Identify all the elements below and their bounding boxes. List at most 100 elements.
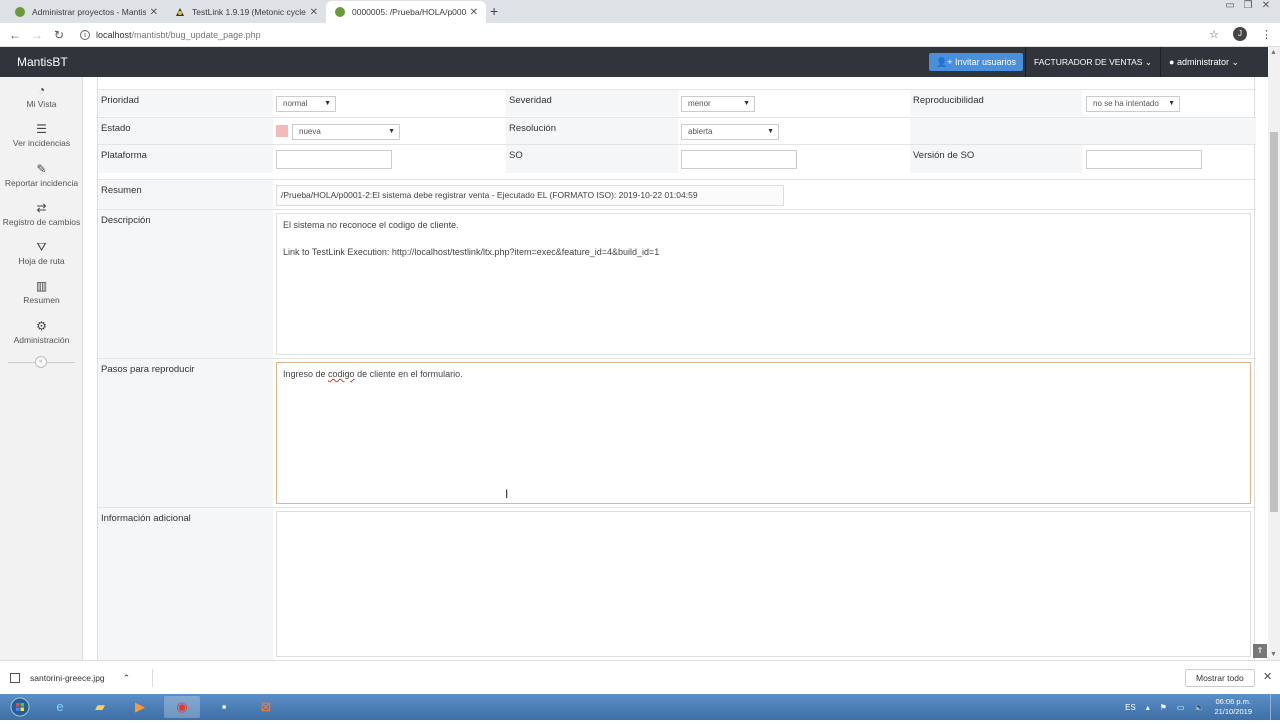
download-item[interactable]: santorini-greece.jpg ⌃ (10, 669, 153, 687)
scrollbar-thumb[interactable] (1270, 132, 1278, 512)
show-desktop-button[interactable] (1270, 694, 1280, 720)
terminal-icon[interactable]: ▪ (206, 696, 242, 718)
brand-logo[interactable]: MantisBT (17, 55, 68, 69)
chevron-up-icon[interactable]: ⌃ (123, 673, 131, 684)
bookmark-star-icon[interactable]: ☆ (1209, 28, 1219, 41)
minimize-icon[interactable]: ▭ (1224, 0, 1236, 11)
reproducibility-select[interactable]: no se ha intentado ▼ (1086, 96, 1180, 112)
sidebar-collapse-icon[interactable]: « (35, 356, 47, 368)
steps-label: Pasos para reproducir (98, 359, 273, 507)
sidebar-item-ver-incidencias[interactable]: ☰ Ver incidencias (0, 122, 83, 148)
internet-explorer-icon[interactable]: e (42, 696, 78, 718)
resolution-select[interactable]: abierta ▼ (681, 124, 779, 140)
platform-row: Plataforma SO Versión de SO (98, 144, 1256, 173)
browser-tab-strip: Administrar proyectos - MantisB ✕ TestLi… (0, 0, 1280, 23)
media-player-icon[interactable]: ▶ (122, 696, 158, 718)
language-indicator[interactable]: ES (1125, 703, 1136, 712)
close-tab-icon[interactable]: ✕ (310, 7, 318, 18)
user-plus-icon: 👤+ (936, 57, 953, 67)
platform-label: Plataforma (98, 145, 273, 173)
bug-update-form: Prioridad normal ▼ Severidad menor ▼ Repro… (97, 77, 1256, 660)
downloads-bar: santorini-greece.jpg ⌃ Mostrar todo ✕ (0, 660, 1280, 694)
tab-administrar-proyectos[interactable]: Administrar proyectos - MantisB ✕ (6, 1, 166, 23)
info-icon[interactable]: i (80, 29, 90, 40)
additional-info-textarea[interactable] (276, 511, 1251, 657)
steps-text: Ingreso de codigo de cliente en el formu… (283, 368, 1244, 380)
scroll-to-top-icon[interactable]: ⇑ (1253, 644, 1267, 658)
description-link-line: Link to TestLink Execution: http://local… (283, 247, 660, 257)
user-menu[interactable]: ● administrator ⌄ (1160, 47, 1268, 77)
menu-kebab-icon[interactable]: ⋮ (1261, 28, 1272, 41)
invite-users-button[interactable]: 👤+ Invitar usuarios (929, 53, 1024, 71)
mantis-favicon-icon (335, 7, 345, 17)
dropdown-arrow-icon: ▼ (743, 100, 750, 107)
scroll-up-icon[interactable]: ▲ (1270, 49, 1277, 56)
close-tab-icon[interactable]: ✕ (150, 7, 158, 18)
summary-input[interactable]: /Prueba/HOLA/p0001-2:El sistema debe reg… (276, 185, 784, 206)
volume-icon[interactable]: 🔈 (1194, 703, 1204, 712)
severity-label: Severidad (506, 90, 678, 116)
clock[interactable]: 06:06 p.m. 21/10/2019 (1214, 697, 1252, 717)
status-select[interactable]: nueva ▼ (292, 124, 400, 140)
flag-icon[interactable]: ⚑ (1160, 703, 1167, 712)
resolution-value: abierta (688, 127, 713, 136)
show-all-button[interactable]: Mostrar todo (1185, 669, 1255, 687)
new-tab-icon[interactable]: + (490, 3, 498, 19)
network-icon[interactable]: ▭ (1177, 703, 1185, 712)
os-version-input[interactable] (1086, 150, 1202, 169)
status-color-indicator (276, 125, 288, 137)
url-path: /mantisbt/bug_update_page.php (131, 29, 261, 40)
os-version-label: Versión de SO (910, 145, 1082, 173)
close-tab-icon[interactable]: ✕ (470, 7, 478, 18)
url-field[interactable]: i localhost/mantisbt/bug_update_page.php (80, 29, 261, 40)
reload-icon[interactable]: ↻ (48, 28, 70, 42)
description-row: Descripción El sistema no reconoce el co… (98, 209, 1256, 358)
tray-arrow-icon[interactable]: ▴ (1146, 703, 1150, 712)
close-window-icon[interactable]: ✕ (1260, 0, 1272, 11)
sidebar-item-label: Resumen (23, 295, 60, 305)
chrome-icon[interactable]: ◉ (164, 696, 200, 718)
sidebar: ◔ Mi Vista ☰ Ver incidencias ✎ Reportar … (0, 77, 83, 660)
profile-avatar[interactable]: J (1233, 27, 1247, 41)
platform-input[interactable] (276, 150, 392, 169)
sidebar-item-resumen[interactable]: ▥ Resumen (0, 279, 83, 305)
forward-icon[interactable]: → (26, 28, 48, 42)
os-label: SO (506, 145, 678, 173)
description-textarea[interactable]: El sistema no reconoce el codigo de clie… (276, 213, 1251, 355)
back-icon[interactable]: ← (4, 28, 26, 42)
reproducibility-value: no se ha intentado (1093, 99, 1159, 108)
clock-time: 06:06 p.m. (1215, 697, 1251, 706)
project-selector[interactable]: FACTURADOR DE VENTAS ⌄ (1025, 47, 1159, 77)
page-scrollbar[interactable]: ▲ ▼ (1268, 47, 1280, 660)
image-file-icon (10, 673, 20, 683)
dropdown-arrow-icon: ▼ (1168, 100, 1175, 107)
file-explorer-icon[interactable]: ▰ (82, 696, 118, 718)
mantis-navbar: MantisBT 👤+ Invitar usuarios FACTURADOR … (0, 47, 1268, 77)
scroll-down-icon[interactable]: ▼ (1270, 651, 1277, 658)
tab-testlink[interactable]: TestLink 1.9.19 (Metonic cycle) ✕ (166, 1, 326, 23)
close-downloads-icon[interactable]: ✕ (1263, 670, 1272, 683)
username: administrator (1176, 57, 1229, 67)
sidebar-item-mi-vista[interactable]: ◔ Mi Vista (0, 83, 83, 109)
sidebar-item-administracion[interactable]: ⚙ Administración (0, 319, 83, 345)
steps-row: Pasos para reproducir Ingreso de codigo … (98, 358, 1256, 507)
severity-select[interactable]: menor ▼ (681, 96, 755, 112)
road-icon: ⛛ (36, 240, 47, 254)
priority-label: Prioridad (98, 90, 273, 116)
dropdown-arrow-icon: ▼ (324, 100, 331, 107)
status-value: nueva (299, 127, 321, 136)
sidebar-item-registro-de-cambios[interactable]: ⇄ Registro de cambios (0, 201, 83, 227)
start-button-icon[interactable] (2, 696, 38, 718)
steps-textarea[interactable]: Ingreso de codigo de cliente en el formu… (276, 362, 1251, 504)
chevron-down-icon: ⌄ (1231, 57, 1240, 67)
restore-icon[interactable]: ❐ (1242, 0, 1254, 11)
tab-bug-update[interactable]: 0000005: /Prueba/HOLA/p0001- ✕ (326, 1, 486, 23)
retweet-icon: ⇄ (36, 201, 47, 215)
os-input[interactable] (681, 150, 797, 169)
xampp-icon[interactable]: ⊠ (248, 696, 284, 718)
edit-icon: ✎ (36, 162, 47, 176)
priority-select[interactable]: normal ▼ (276, 96, 336, 112)
sidebar-item-hoja-de-ruta[interactable]: ⛛ Hoja de ruta (0, 240, 83, 266)
mantis-favicon-icon (15, 7, 25, 17)
sidebar-item-reportar-incidencia[interactable]: ✎ Reportar incidencia (0, 162, 83, 188)
